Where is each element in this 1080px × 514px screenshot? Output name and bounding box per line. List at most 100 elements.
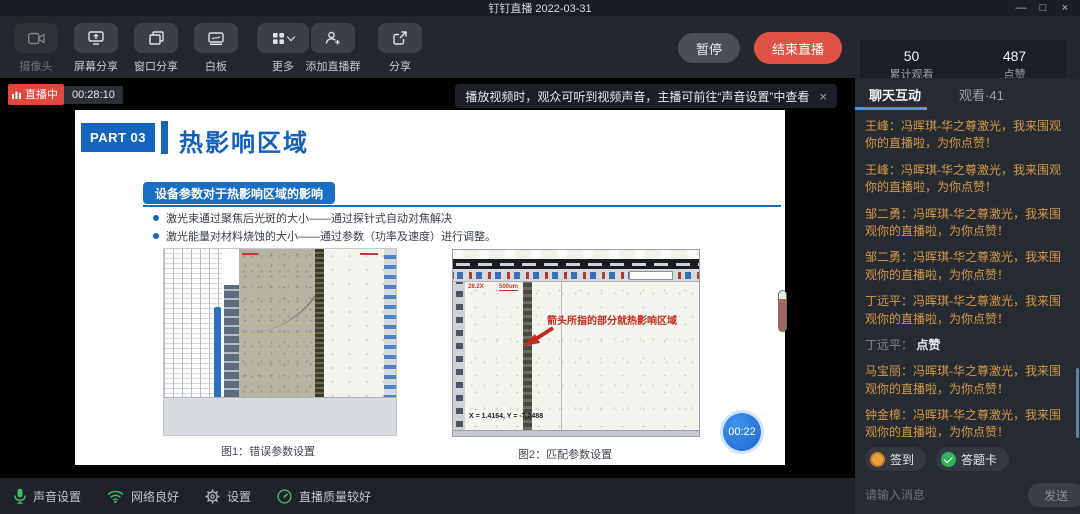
answer-card-button[interactable]: 答题卡 [936, 447, 1009, 471]
close-button[interactable]: × [1058, 1, 1072, 15]
figure2-guide-line [561, 282, 562, 430]
whiteboard-label: 白板 [205, 58, 227, 74]
quick-actions: 签到 答题卡 [855, 442, 1080, 476]
notice-close-icon[interactable]: × [819, 89, 827, 104]
figure2-annotation: 箭头所指的部分就热影响区域 [547, 312, 677, 327]
notice-text: 播放视频时，观众可听到视频声音，主播可前往“声音设置”中查看 [465, 88, 809, 105]
add-live-group-label: 添加直播群 [306, 58, 361, 74]
slide-bullet-2: 激光能量对材料烧蚀的大小——通过参数（功率及速度）进行调整。 [153, 228, 496, 244]
figure2-heat-strip [523, 282, 532, 430]
figure2-magnification: 28.2X [468, 284, 484, 290]
figure1-dark-band [315, 249, 324, 399]
slide-title: 热影响区域 [179, 123, 309, 158]
toolbar-left-group: 摄像头 屏幕分享 窗口分享 白板 [10, 23, 316, 74]
window-share-icon [149, 31, 164, 45]
figure2-scrollbar [453, 430, 699, 436]
audio-settings-item[interactable]: 声音设置 [14, 488, 81, 505]
add-group-icon [325, 31, 341, 45]
chat-input-row: 发送 [855, 476, 1080, 514]
slide-scroll-indicator[interactable] [778, 290, 787, 332]
wifi-icon [107, 490, 124, 503]
figure1-measure-line [239, 335, 324, 336]
figure1-bottom-toolbar [164, 397, 397, 435]
stream-quality-item[interactable]: 直播质量较好 [277, 488, 371, 505]
camera-button[interactable]: 摄像头 [10, 23, 62, 74]
live-bars-icon [12, 90, 21, 99]
views-value: 50 [904, 48, 920, 64]
answer-card-icon [941, 452, 956, 467]
settings-label: 设置 [227, 488, 251, 505]
send-button[interactable]: 发送 [1028, 483, 1080, 507]
stream-quality-label: 直播质量较好 [299, 488, 371, 505]
quality-icon [277, 489, 292, 504]
app-window: 钉钉直播 2022-03-31 — □ × 摄像头 屏幕分享 [0, 0, 1080, 514]
network-status-item[interactable]: 网络良好 [107, 488, 179, 505]
figure2-left-toolbar [453, 282, 465, 437]
countdown-bubble: 00:22 [723, 413, 761, 451]
sign-in-button[interactable]: 签到 [865, 447, 926, 471]
add-live-group-button[interactable]: 添加直播群 [300, 23, 366, 74]
figure2-dropdown [629, 271, 673, 280]
whiteboard-icon [208, 32, 224, 45]
tab-chat[interactable]: 聊天互动 [869, 85, 921, 104]
whiteboard-button[interactable]: 白板 [190, 23, 242, 74]
window-share-label: 窗口分享 [134, 58, 178, 74]
slide-bullet-1: 激光束通过聚焦后光斑的大小——通过探针式自动对焦解决 [153, 210, 452, 226]
window-title: 钉钉直播 2022-03-31 [488, 0, 591, 16]
sidebar-tabs: 聊天互动 观看·41 [855, 78, 1080, 110]
slide-section-underline [143, 205, 781, 207]
camera-icon [28, 32, 45, 45]
figure2-status-coords: X = 1.4164, Y = -7.2488 [469, 413, 543, 420]
toolbar: 摄像头 屏幕分享 窗口分享 白板 [0, 16, 1080, 78]
settings-item[interactable]: 设置 [205, 488, 251, 505]
live-badge: 直播中 [8, 84, 64, 105]
chat-message: 马宝丽：冯晖琪-华之尊激光，我来围观你的直播啦，为你点赞！ [865, 363, 1068, 398]
figure2-window-titlebar [453, 250, 699, 259]
sign-in-coin-icon [870, 452, 885, 467]
figure2-screenshot: 28.2X 500um 箭头所指的部分就热影响区域 X = 1.4164, Y … [452, 249, 700, 437]
pause-button[interactable]: 暂停 [678, 33, 740, 63]
live-status-row: 直播中 00:28:10 [8, 84, 123, 105]
likes-value: 487 [1003, 48, 1026, 64]
screen-share-label: 屏幕分享 [74, 58, 118, 74]
presentation-slide: PART 03 热影响区域 设备参数对于热影响区域的影响 激光束通过聚焦后光斑的… [75, 110, 785, 465]
network-status-label: 网络良好 [131, 488, 179, 505]
audio-settings-label: 声音设置 [33, 488, 81, 505]
screen-share-button[interactable]: 屏幕分享 [70, 23, 122, 74]
figure2-scale-label: 500um [499, 284, 518, 291]
share-label: 分享 [389, 58, 411, 74]
chat-message: 王峰：冯晖琪-华之尊激光，我来围观你的直播啦，为你点赞！ [865, 162, 1068, 197]
slide-section-header: 设备参数对于热影响区域的影响 [143, 182, 335, 204]
bullet-dot [153, 233, 159, 239]
broadcast-controls: 暂停 结束直播 [678, 32, 842, 64]
chat-input[interactable] [865, 488, 1020, 502]
titlebar: 钉钉直播 2022-03-31 — □ × [0, 0, 1080, 16]
chat-message: 王峰：冯晖琪-华之尊激光，我来围观你的直播啦，为你点赞！ [865, 118, 1068, 153]
tab-viewers[interactable]: 观看·41 [959, 85, 1004, 104]
figure2-canvas: 28.2X 500um 箭头所指的部分就热影响区域 X = 1.4164, Y … [465, 282, 699, 430]
figure1-right-toolbar [384, 249, 396, 399]
figure1-red-annotation [242, 253, 258, 255]
share-button[interactable]: 分享 [374, 23, 426, 74]
mic-icon [14, 488, 26, 504]
gear-icon [205, 489, 220, 504]
window-share-button[interactable]: 窗口分享 [130, 23, 182, 74]
end-live-button[interactable]: 结束直播 [754, 32, 842, 64]
camera-label: 摄像头 [20, 58, 53, 74]
live-timer: 00:28:10 [64, 86, 123, 104]
chat-message: 邹二勇：冯晖琪-华之尊激光，我来围观你的直播啦，为你点赞！ [865, 249, 1068, 284]
more-label: 更多 [272, 58, 294, 74]
toolbar-mid-group: 添加直播群 分享 [300, 23, 426, 74]
figure1-screenshot [163, 248, 397, 436]
minimize-button[interactable]: — [1014, 1, 1028, 15]
chat-message: 邹二勇：冯晖琪-华之尊激光，我来围观你的直播啦，为你点赞！ [865, 206, 1068, 241]
figure2-caption: 图2：匹配参数设置 [518, 446, 612, 462]
maximize-button[interactable]: □ [1036, 1, 1050, 15]
figure1-red-annotation [360, 253, 378, 255]
window-controls: — □ × [1014, 0, 1072, 16]
chat-message-list[interactable]: 王峰：冯晖琪-华之尊激光，我来围观你的直播啦，为你点赞！ 王峰：冯晖琪-华之尊激… [855, 110, 1080, 442]
figure1-specimen-white [324, 249, 386, 399]
chat-message: 钟金樟：冯晖琪-华之尊激光，我来围观你的直播啦，为你点赞！ [865, 407, 1068, 442]
chat-scrollbar[interactable] [1076, 368, 1079, 438]
bullet-dot [153, 215, 159, 221]
